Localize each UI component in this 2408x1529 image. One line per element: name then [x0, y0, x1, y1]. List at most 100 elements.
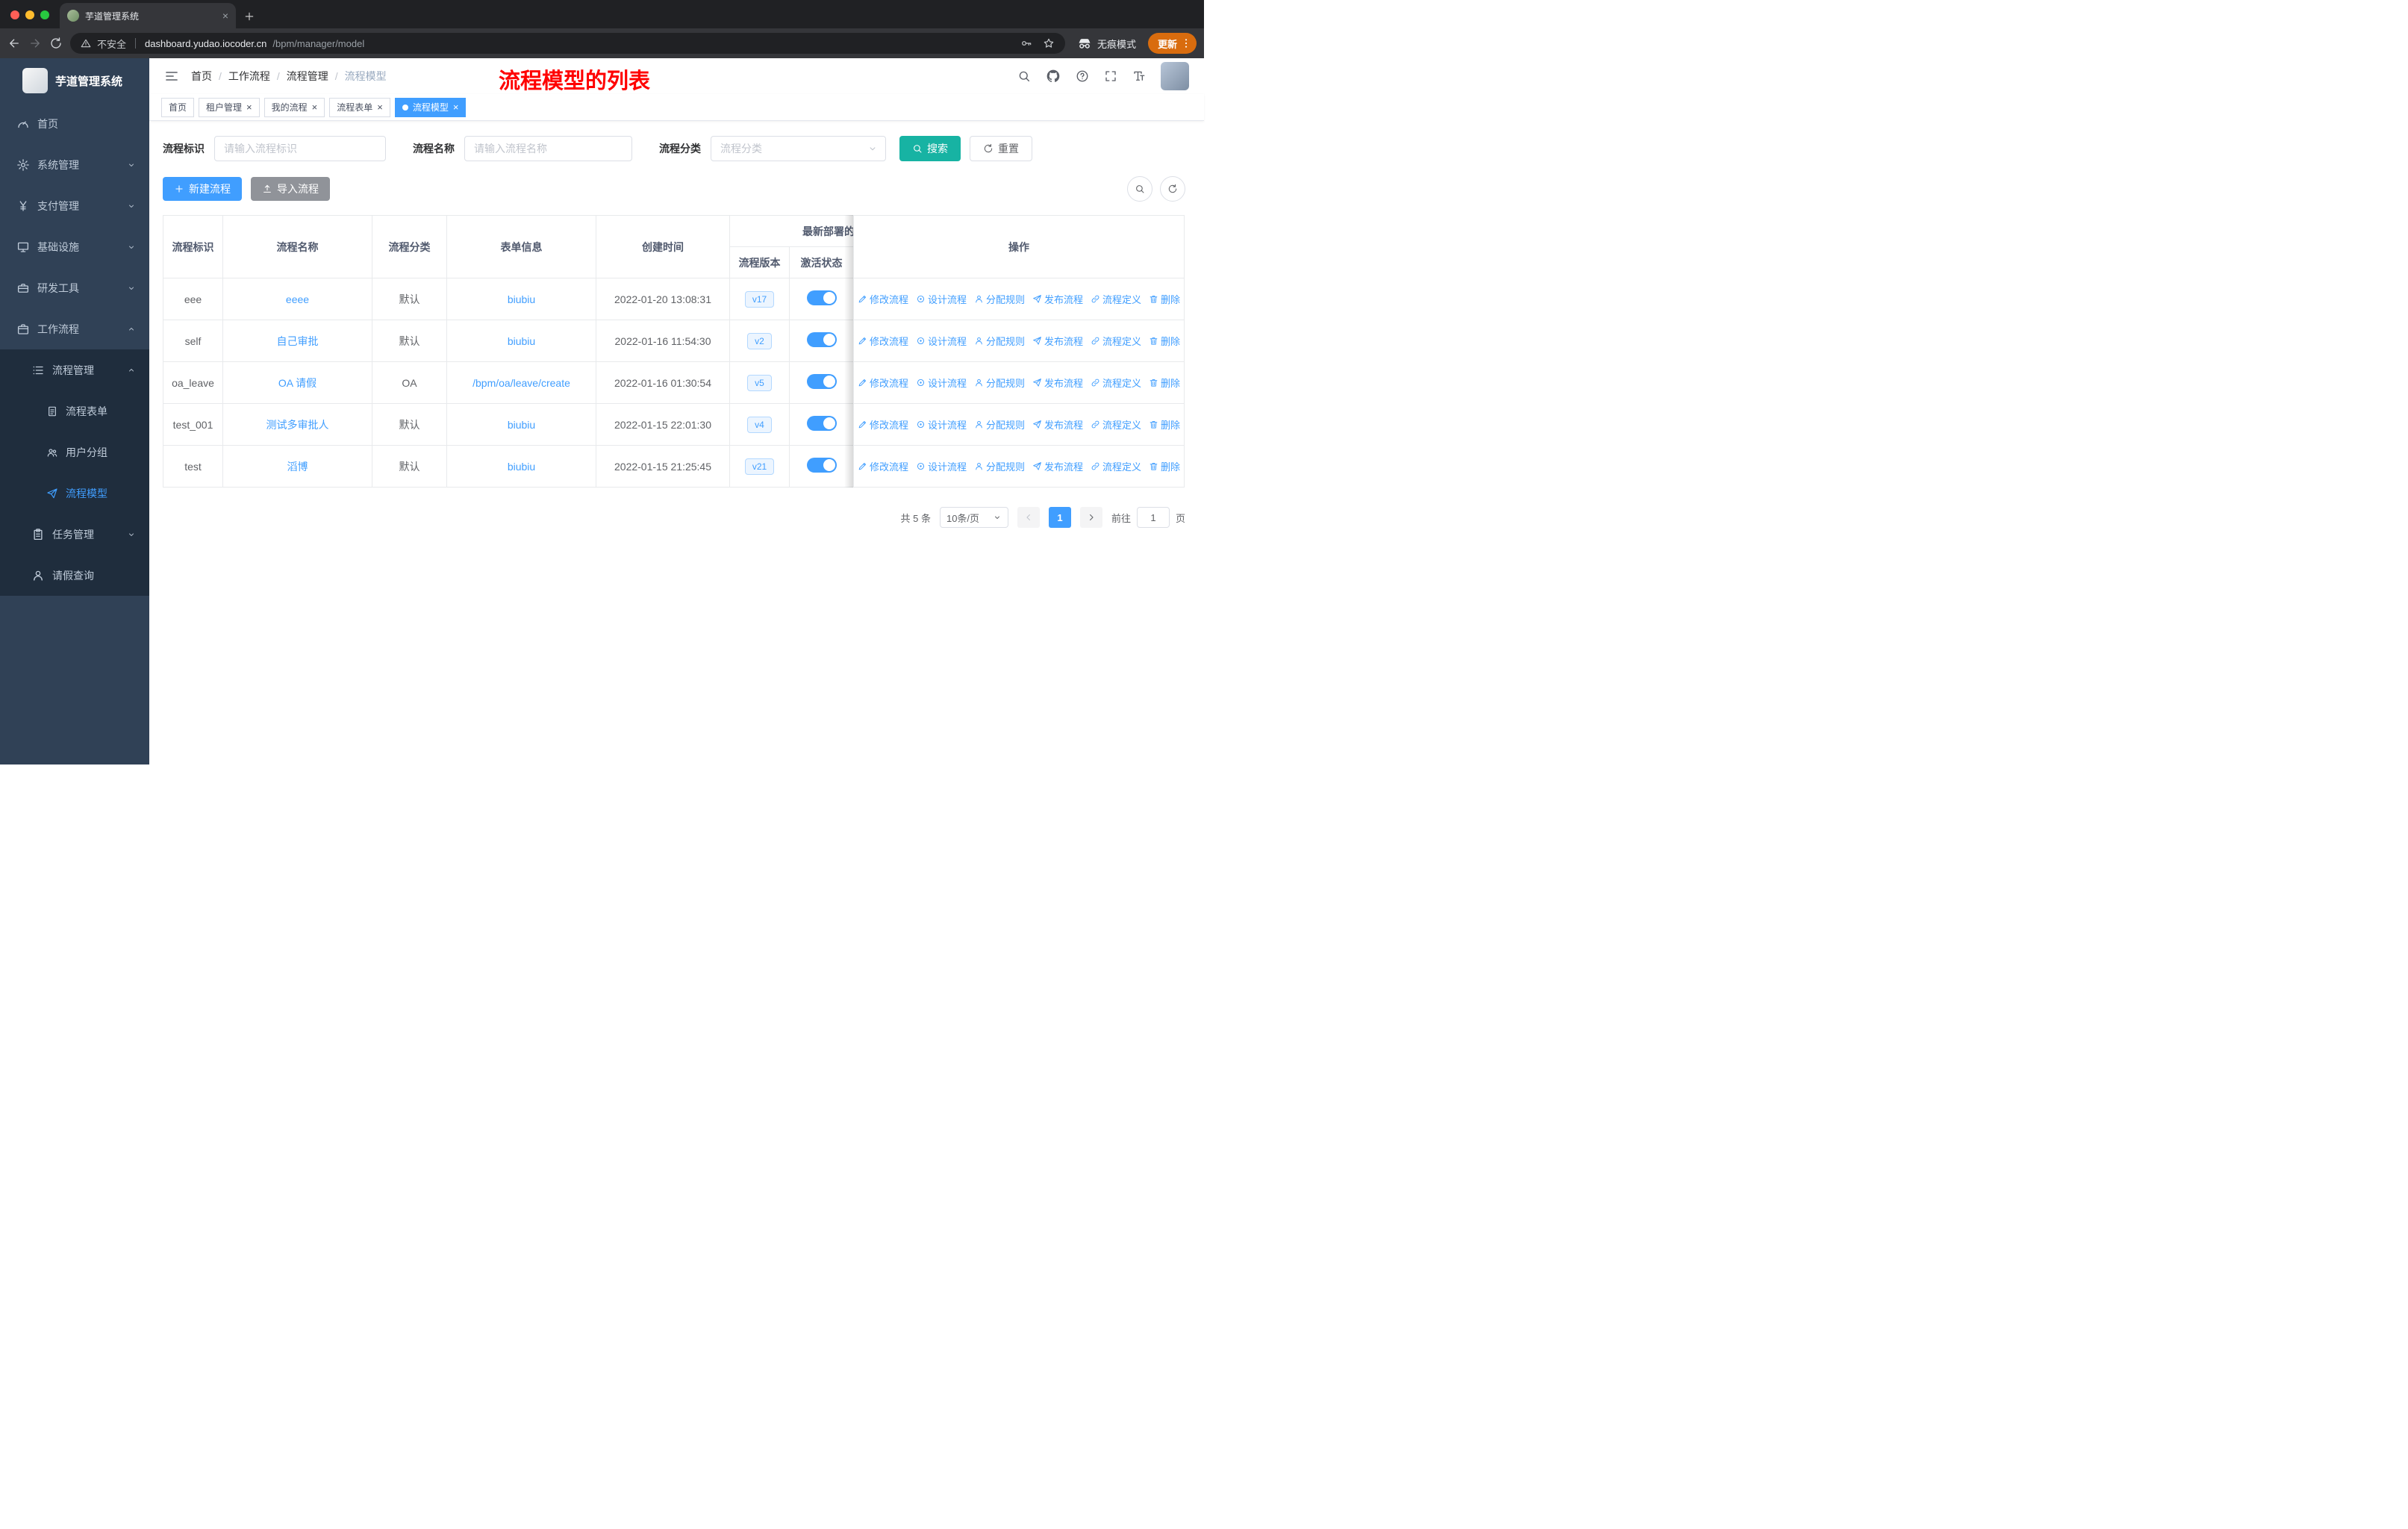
action-assign-rule[interactable]: 分配规则: [974, 376, 1025, 390]
sidebar-item-system[interactable]: 系统管理: [0, 144, 149, 185]
browser-tab[interactable]: 芋道管理系统 ×: [60, 3, 236, 28]
action-design-process[interactable]: 设计流程: [916, 334, 967, 348]
close-icon[interactable]: ×: [453, 102, 459, 112]
active-toggle[interactable]: [806, 416, 837, 431]
next-page-button[interactable]: [1079, 507, 1102, 528]
form-info-link[interactable]: biubiu: [446, 320, 596, 362]
reset-button[interactable]: 重置: [970, 136, 1032, 161]
version-badge[interactable]: v17: [744, 290, 775, 308]
active-toggle[interactable]: [806, 374, 837, 389]
category-select[interactable]: 流程分类: [711, 136, 886, 161]
sidebar-item-user-group[interactable]: 用户分组: [0, 432, 149, 473]
action-design-process[interactable]: 设计流程: [916, 376, 967, 390]
action-design-process[interactable]: 设计流程: [916, 292, 967, 306]
version-badge[interactable]: v21: [744, 458, 775, 475]
action-edit-process[interactable]: 修改流程: [858, 376, 908, 390]
action-publish-process[interactable]: 发布流程: [1032, 376, 1083, 390]
sidebar-item-infrastructure[interactable]: 基础设施: [0, 226, 149, 267]
current-page-button[interactable]: 1: [1048, 507, 1071, 528]
window-controls[interactable]: [0, 10, 60, 28]
action-assign-rule[interactable]: 分配规则: [974, 459, 1025, 473]
sidebar-item-process-management[interactable]: 流程管理: [0, 349, 149, 390]
password-key-icon[interactable]: [1020, 37, 1032, 49]
form-info-link[interactable]: /bpm/oa/leave/create: [446, 361, 596, 404]
breadcrumb-item[interactable]: 工作流程: [228, 69, 270, 84]
action-publish-process[interactable]: 发布流程: [1032, 459, 1083, 473]
close-icon[interactable]: ×: [246, 102, 252, 112]
sidebar-item-leave-query[interactable]: 请假查询: [0, 555, 149, 596]
action-assign-rule[interactable]: 分配规则: [974, 334, 1025, 348]
process-name-link[interactable]: OA 请假: [222, 361, 372, 404]
action-process-definition[interactable]: 流程定义: [1091, 292, 1141, 306]
sidebar-item-workflow[interactable]: 工作流程: [0, 308, 149, 349]
process-name-input[interactable]: [464, 136, 632, 161]
goto-page-input[interactable]: [1136, 507, 1170, 528]
sidebar-item-process-form[interactable]: 流程表单: [0, 390, 149, 432]
active-toggle[interactable]: [806, 290, 837, 305]
window-minimize-button[interactable]: [25, 10, 34, 19]
process-id-input[interactable]: [214, 136, 386, 161]
back-button[interactable]: [7, 37, 21, 50]
window-zoom-button[interactable]: [40, 10, 49, 19]
process-name-link[interactable]: 自己审批: [222, 320, 372, 362]
form-info-link[interactable]: biubiu: [446, 445, 596, 488]
browser-menu-icon[interactable]: [1180, 37, 1192, 49]
action-delete[interactable]: 删除: [1149, 334, 1180, 348]
forward-button[interactable]: [28, 37, 42, 50]
breadcrumb-item[interactable]: 流程管理: [287, 69, 328, 84]
security-label[interactable]: 不安全: [97, 37, 126, 51]
tag-process-model[interactable]: 流程模型 ×: [394, 97, 467, 117]
process-name-link[interactable]: 测试多审批人: [222, 403, 372, 446]
fullscreen-icon[interactable]: [1104, 69, 1117, 83]
action-delete[interactable]: 删除: [1149, 376, 1180, 390]
close-icon[interactable]: ×: [222, 10, 228, 21]
action-assign-rule[interactable]: 分配规则: [974, 292, 1025, 306]
window-close-button[interactable]: [10, 10, 19, 19]
tag-tenant-management[interactable]: 租户管理 ×: [199, 97, 260, 117]
action-design-process[interactable]: 设计流程: [916, 459, 967, 473]
address-bar[interactable]: 不安全 dashboard.yudao.iocoder.cn/bpm/manag…: [70, 33, 1065, 54]
refresh-table-button[interactable]: [1160, 176, 1185, 202]
action-process-definition[interactable]: 流程定义: [1091, 376, 1141, 390]
help-icon[interactable]: [1076, 69, 1089, 83]
github-icon[interactable]: [1046, 69, 1061, 84]
previous-page-button[interactable]: [1017, 507, 1040, 528]
avatar[interactable]: [1161, 62, 1189, 90]
search-button[interactable]: 搜索: [899, 136, 961, 161]
tag-home[interactable]: 首页: [161, 97, 195, 117]
action-process-definition[interactable]: 流程定义: [1091, 334, 1141, 348]
new-tab-button[interactable]: [243, 10, 255, 22]
import-process-button[interactable]: 导入流程: [251, 177, 330, 201]
action-publish-process[interactable]: 发布流程: [1032, 334, 1083, 348]
action-delete[interactable]: 删除: [1149, 459, 1180, 473]
sidebar-item-task-management[interactable]: 任务管理: [0, 514, 149, 555]
action-edit-process[interactable]: 修改流程: [858, 417, 908, 432]
process-name-link[interactable]: eeee: [222, 278, 372, 320]
page-size-select[interactable]: 10条/页: [939, 507, 1008, 528]
close-icon[interactable]: ×: [312, 102, 318, 112]
active-toggle[interactable]: [806, 332, 837, 347]
hamburger-icon[interactable]: [164, 69, 179, 84]
browser-update-button[interactable]: 更新: [1147, 33, 1197, 54]
action-edit-process[interactable]: 修改流程: [858, 459, 908, 473]
action-edit-process[interactable]: 修改流程: [858, 334, 908, 348]
action-design-process[interactable]: 设计流程: [916, 417, 967, 432]
version-badge[interactable]: v5: [747, 374, 772, 391]
sidebar-item-process-model[interactable]: 流程模型: [0, 473, 149, 514]
action-publish-process[interactable]: 发布流程: [1032, 417, 1083, 432]
version-badge[interactable]: v4: [747, 416, 772, 433]
action-publish-process[interactable]: 发布流程: [1032, 292, 1083, 306]
action-process-definition[interactable]: 流程定义: [1091, 417, 1141, 432]
action-delete[interactable]: 删除: [1149, 417, 1180, 432]
sidebar-item-devtools[interactable]: 研发工具: [0, 267, 149, 308]
version-badge[interactable]: v2: [747, 332, 772, 349]
process-name-link[interactable]: 滔博: [222, 445, 372, 488]
font-size-icon[interactable]: [1132, 69, 1146, 83]
toggle-search-button[interactable]: [1127, 176, 1152, 202]
form-info-link[interactable]: biubiu: [446, 278, 596, 320]
close-icon[interactable]: ×: [377, 102, 383, 112]
sidebar-item-home[interactable]: 首页: [0, 103, 149, 144]
action-delete[interactable]: 删除: [1149, 292, 1180, 306]
search-icon[interactable]: [1017, 69, 1031, 83]
bookmark-star-icon[interactable]: [1043, 37, 1055, 49]
